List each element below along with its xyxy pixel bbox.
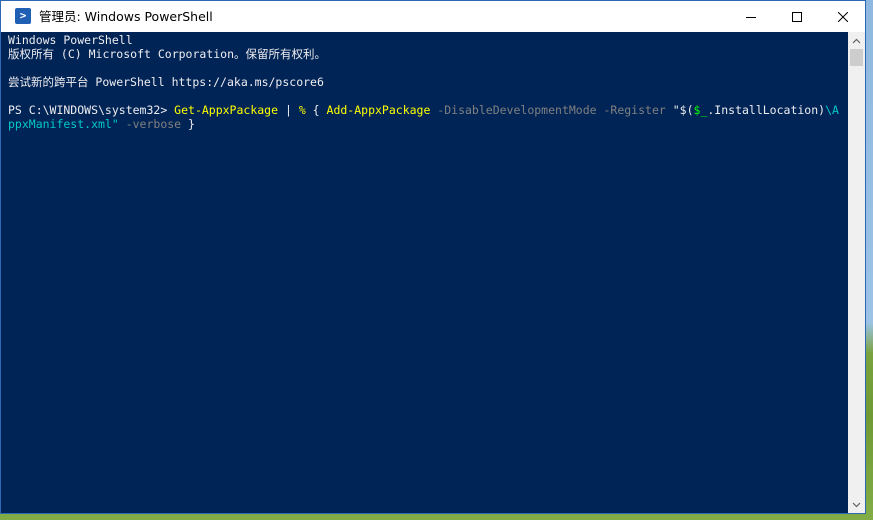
cmdlet-get-appxpackage: Get-AppxPackage [174, 103, 279, 117]
minimize-icon [746, 16, 756, 18]
maximize-button[interactable] [774, 1, 820, 32]
script-block-close: } [181, 117, 195, 131]
pipe-operator: | [278, 103, 299, 117]
param-register: -Register [596, 103, 673, 117]
prompt: PS C:\WINDOWS\system32> [8, 103, 175, 117]
maximize-icon [792, 11, 802, 22]
title-bar[interactable]: > 管理员: Windows PowerShell [1, 1, 865, 32]
param-verbose: -verbose [118, 117, 182, 131]
cmdlet-add-appxpackage: Add-AppxPackage [326, 103, 431, 117]
param-disable-development-mode: -DisableDevelopmentMode [430, 103, 597, 117]
pipeline-variable: $_ [693, 103, 708, 117]
string-path-part-2: ppxManifest.xml" [8, 117, 119, 131]
command-line-wrap[interactable]: ppxManifest.xml" -verbose } [8, 117, 195, 131]
close-icon [838, 11, 848, 22]
scrollbar-thumb[interactable] [850, 49, 863, 66]
install-location-member: .InstallLocation) [707, 103, 826, 117]
command-line[interactable]: PS C:\WINDOWS\system32> Get-AppxPackage … [8, 103, 839, 117]
banner-line-1: Windows PowerShell [8, 33, 133, 47]
script-block-open: { [305, 103, 327, 117]
minimize-button[interactable] [728, 1, 774, 32]
powershell-icon[interactable]: > [15, 8, 31, 24]
banner-line-2: 版权所有 (C) Microsoft Corporation。保留所有权利。 [8, 47, 327, 61]
scroll-up-button[interactable] [848, 32, 865, 49]
chevron-up-icon [852, 38, 861, 43]
foreach-alias: % [298, 103, 306, 117]
console-output[interactable]: Windows PowerShell 版权所有 (C) Microsoft Co… [1, 32, 848, 513]
chevron-down-icon [852, 502, 861, 507]
window-title: 管理员: Windows PowerShell [39, 9, 213, 24]
scroll-down-button[interactable] [848, 496, 865, 513]
close-button[interactable] [820, 1, 866, 32]
banner-line-3: 尝试新的跨平台 PowerShell https://aka.ms/pscore… [8, 75, 324, 89]
powershell-window: > 管理员: Windows PowerShell Windows PowerS… [0, 0, 866, 514]
string-path-part-1: \A [825, 103, 839, 117]
vertical-scrollbar[interactable] [848, 32, 865, 513]
subexpression-open: "$( [672, 103, 694, 117]
